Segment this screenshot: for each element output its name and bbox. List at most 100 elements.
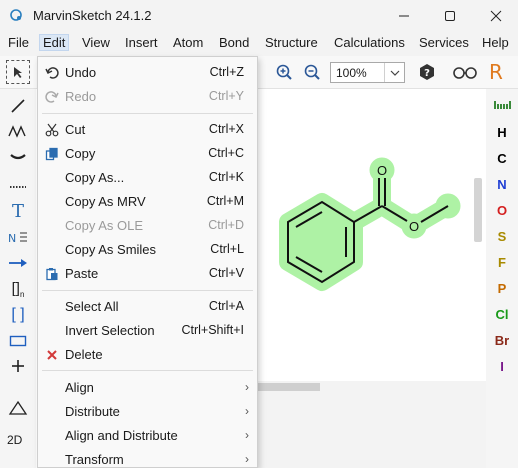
reaction-mapping-tool[interactable]: N <box>6 227 30 247</box>
mapping-icon: N <box>8 232 27 245</box>
menu-separator <box>42 113 253 114</box>
drawing-canvas[interactable]: O O <box>258 89 486 381</box>
menu-services[interactable]: Services <box>416 35 472 50</box>
selection-icon <box>14 67 22 78</box>
minimize-icon <box>399 15 409 16</box>
element-H[interactable]: H <box>486 125 518 140</box>
menu-item-align-and-distribute[interactable]: Align and Distribute › <box>38 424 257 448</box>
rectangle-tool[interactable] <box>6 331 30 351</box>
select-tool-button[interactable] <box>6 60 30 84</box>
ester-oxygen-label: O <box>409 219 419 234</box>
menu-item-delete[interactable]: Delete <box>38 343 257 367</box>
menu-item-invert-selection[interactable]: Invert Selection Ctrl+Shift+I <box>38 319 257 343</box>
glasses-icon <box>453 67 477 79</box>
menu-help[interactable]: Help <box>479 35 512 50</box>
menu-item-copy-as-mrv[interactable]: Copy As MRV Ctrl+M <box>38 190 257 214</box>
chevron-down-icon[interactable] <box>384 63 404 82</box>
menu-separator <box>42 370 253 371</box>
single-bond-tool[interactable] <box>6 96 30 116</box>
svg-text:N: N <box>8 232 16 245</box>
carbonyl-oxygen-label: O <box>377 163 387 178</box>
zoom-out-icon <box>304 64 320 80</box>
maximize-button[interactable] <box>430 0 470 31</box>
close-button[interactable] <box>476 0 516 31</box>
menu-item-align[interactable]: Align › <box>38 376 257 400</box>
menu-item-select-all[interactable]: Select All Ctrl+A <box>38 295 257 319</box>
menu-item-cut[interactable]: Cut Ctrl+X <box>38 118 257 142</box>
chevron-right-icon: › <box>245 404 249 418</box>
menu-atom[interactable]: Atom <box>170 35 206 50</box>
zoom-select[interactable]: 100% <box>330 62 405 83</box>
undo-icon <box>44 65 60 81</box>
menu-item-copy-as-ole[interactable]: Copy As OLE Ctrl+D <box>38 214 257 238</box>
element-toolbar: H C N O S F P Cl Br I <box>486 89 518 468</box>
element-F[interactable]: F <box>486 255 518 270</box>
paste-icon <box>44 266 60 282</box>
sgroup-bracket-icon: []n <box>11 279 25 299</box>
maximize-icon <box>445 10 455 21</box>
view-glasses-button[interactable] <box>451 60 479 84</box>
window-title: MarvinSketch 24.1.2 <box>33 8 152 23</box>
dashed-tool[interactable] <box>6 177 30 197</box>
chain-tool[interactable] <box>6 121 30 141</box>
menu-file[interactable]: File <box>5 35 32 50</box>
menu-item-transform[interactable]: Transform › <box>38 448 257 468</box>
element-Br[interactable]: Br <box>486 333 518 348</box>
element-I[interactable]: I <box>486 359 518 374</box>
element-O[interactable]: O <box>486 203 518 218</box>
rectangle-icon <box>9 335 27 347</box>
delete-icon <box>44 347 60 363</box>
element-Cl[interactable]: Cl <box>486 307 518 322</box>
reaction-arrow-tool[interactable] <box>6 253 30 273</box>
horizontal-scroll-area <box>258 381 486 468</box>
r-group-icon: R <box>489 60 503 84</box>
left-toolbar: T N []n [ ] <box>0 89 36 468</box>
title-bar: MarvinSketch 24.1.2 <box>0 0 518 31</box>
menu-calculations[interactable]: Calculations <box>331 35 408 50</box>
plus-icon <box>12 360 24 372</box>
menu-view[interactable]: View <box>79 35 113 50</box>
element-S[interactable]: S <box>486 229 518 244</box>
element-C[interactable]: C <box>486 151 518 166</box>
vertical-scrollbar[interactable] <box>474 178 482 242</box>
menu-separator <box>42 290 253 291</box>
element-N[interactable]: N <box>486 177 518 192</box>
zoom-in-button[interactable] <box>272 60 296 84</box>
element-P[interactable]: P <box>486 281 518 296</box>
sgroup-bracket-tool[interactable]: []n <box>6 279 30 299</box>
bond-style-tool[interactable] <box>6 147 30 167</box>
menu-item-distribute[interactable]: Distribute › <box>38 400 257 424</box>
zoom-out-button[interactable] <box>300 60 324 84</box>
minimize-button[interactable] <box>384 0 424 31</box>
molecule-structure[interactable]: O O <box>258 89 486 381</box>
menu-structure[interactable]: Structure <box>262 35 321 50</box>
horizontal-scrollbar[interactable] <box>258 383 320 391</box>
menu-item-copy[interactable]: Copy Ctrl+C <box>38 142 257 166</box>
text-icon: T <box>11 200 24 222</box>
text-tool[interactable]: T <box>6 200 30 222</box>
r-group-button[interactable]: R <box>484 60 508 84</box>
periodic-table-button[interactable] <box>494 99 512 114</box>
menu-item-paste[interactable]: Paste Ctrl+V <box>38 262 257 286</box>
zoom-in-icon <box>276 64 292 80</box>
menu-bond[interactable]: Bond <box>216 35 252 50</box>
chevron-right-icon: › <box>245 452 249 466</box>
selection-highlight <box>279 157 461 291</box>
arrow-right-icon <box>9 259 27 267</box>
menu-item-undo[interactable]: Undo Ctrl+Z <box>38 61 257 85</box>
triangle-tool[interactable] <box>6 398 30 418</box>
dimension-toggle[interactable]: 2D <box>7 433 22 447</box>
help-button[interactable]: ? <box>415 60 439 84</box>
svg-text:?: ? <box>424 68 430 79</box>
menu-item-copy-as[interactable]: Copy As... Ctrl+K <box>38 166 257 190</box>
chevron-right-icon: › <box>245 380 249 394</box>
add-tool[interactable] <box>6 356 30 376</box>
menu-item-copy-as-smiles[interactable]: Copy As Smiles Ctrl+L <box>38 238 257 262</box>
bracket-tool[interactable]: [ ] <box>6 305 30 325</box>
menu-insert[interactable]: Insert <box>122 35 161 50</box>
bold-bond-icon <box>10 154 26 160</box>
menu-edit[interactable]: Edit <box>38 34 70 51</box>
menu-item-redo[interactable]: Redo Ctrl+Y <box>38 85 257 109</box>
chain-icon <box>8 125 26 138</box>
cut-icon <box>44 122 60 138</box>
